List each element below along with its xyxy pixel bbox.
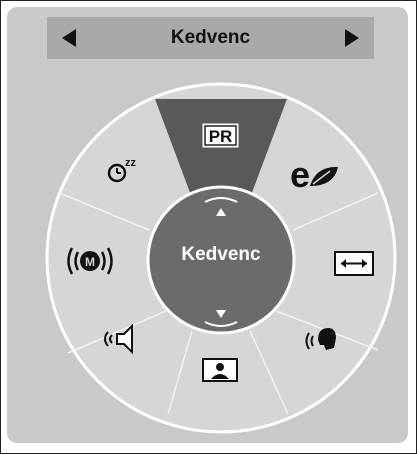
pr-icon: PR — [202, 123, 239, 148]
svg-text:PR: PR — [209, 127, 233, 146]
svg-text:e: e — [290, 154, 310, 195]
quick-menu-dial: PR zz e M — [45, 82, 397, 434]
aspect-ratio-icon — [334, 251, 374, 276]
svg-text:zz: zz — [125, 157, 137, 169]
svg-text:M: M — [85, 255, 95, 269]
center-label: Kedvenc — [181, 244, 261, 265]
picture-mode-icon — [202, 358, 238, 382]
